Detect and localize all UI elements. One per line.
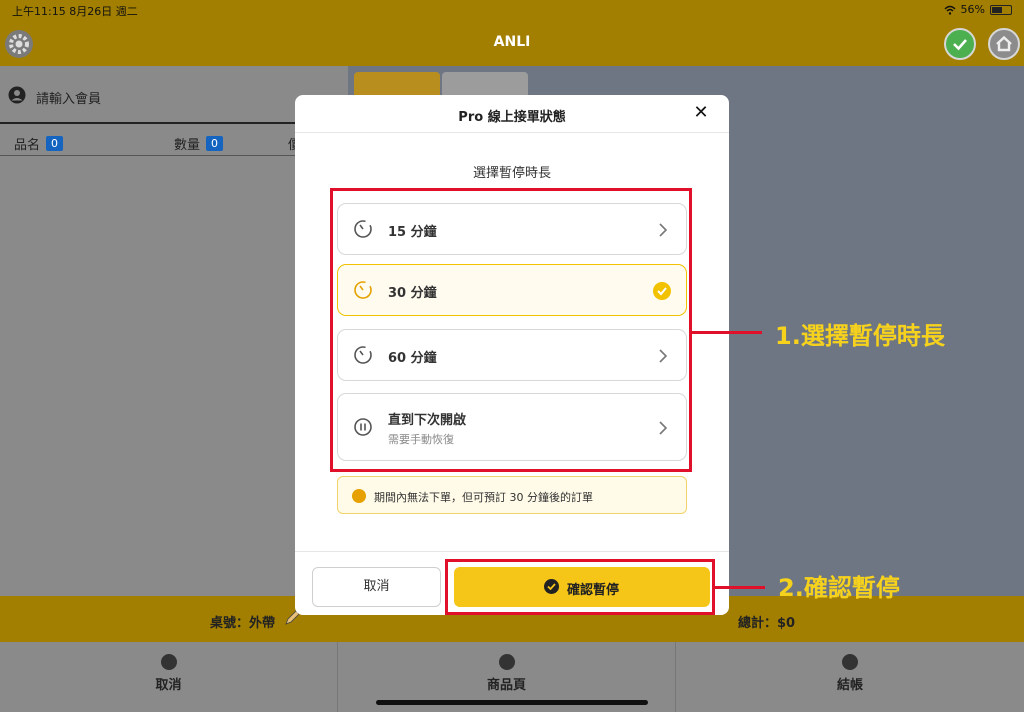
cancel-button[interactable]: 取消 (312, 567, 441, 607)
footer-divider (295, 551, 729, 552)
col-item-label: 品名 (14, 138, 41, 153)
home-icon[interactable] (988, 28, 1020, 60)
undo-icon (160, 654, 177, 670)
member-input-placeholder: 請輸入會員 (36, 92, 102, 107)
annotation-box-duration (330, 188, 692, 472)
status-time: 上午11:15 8月26日 週二 (12, 5, 138, 18)
annotation-step-2: 2.確認暫停 (778, 574, 900, 602)
nav-products-label: 商品頁 (486, 678, 526, 693)
notice-box: 期間內無法下單，但可預訂 30 分鐘後的訂單 (337, 476, 687, 514)
nav-checkout-label: 結帳 (836, 678, 863, 693)
dialog-title: Pro 線上接單狀態 (458, 110, 566, 125)
online-status-check-icon[interactable] (944, 28, 976, 60)
app-title: ANLI (493, 34, 531, 50)
status-right: 56% (944, 3, 1012, 16)
close-icon[interactable]: ✕ (691, 103, 711, 123)
col-qty: 數量 0 (174, 134, 224, 153)
wifi-icon (944, 5, 956, 15)
nav-cancel-label: 取消 (155, 678, 182, 693)
annotation-line-2 (715, 586, 765, 589)
member-input-row[interactable]: 請輸入會員 (0, 66, 334, 124)
nav-checkout[interactable]: 結帳 (676, 642, 1024, 712)
cart-icon (498, 654, 515, 670)
user-icon (8, 86, 26, 104)
status-bar: 上午11:15 8月26日 週二 56% (0, 0, 1024, 20)
bag-icon (842, 654, 858, 670)
info-icon (352, 489, 366, 503)
section-title: 選擇暫停時長 (472, 166, 551, 181)
nav-cancel[interactable]: 取消 (0, 642, 338, 712)
col-item: 品名 0 (14, 134, 64, 153)
col-qty-label: 數量 (174, 138, 201, 153)
qty-count-badge: 0 (206, 136, 224, 151)
annotation-box-confirm (445, 559, 715, 615)
order-total: 總計：$0 (738, 616, 796, 631)
annotation-step-1: 1.選擇暫停時長 (775, 322, 945, 350)
battery-icon (990, 4, 1012, 15)
home-indicator (376, 700, 648, 705)
app-header: ANLI (0, 20, 1024, 66)
dialog-header: Pro 線上接單狀態 ✕ (295, 95, 729, 133)
battery-percent: 56% (960, 3, 985, 16)
item-count-badge: 0 (46, 136, 64, 151)
annotation-line-1 (692, 331, 762, 334)
notice-text: 期間內無法下單，但可預訂 30 分鐘後的訂單 (374, 491, 593, 504)
table-number[interactable]: 桌號：外帶 (210, 612, 275, 631)
